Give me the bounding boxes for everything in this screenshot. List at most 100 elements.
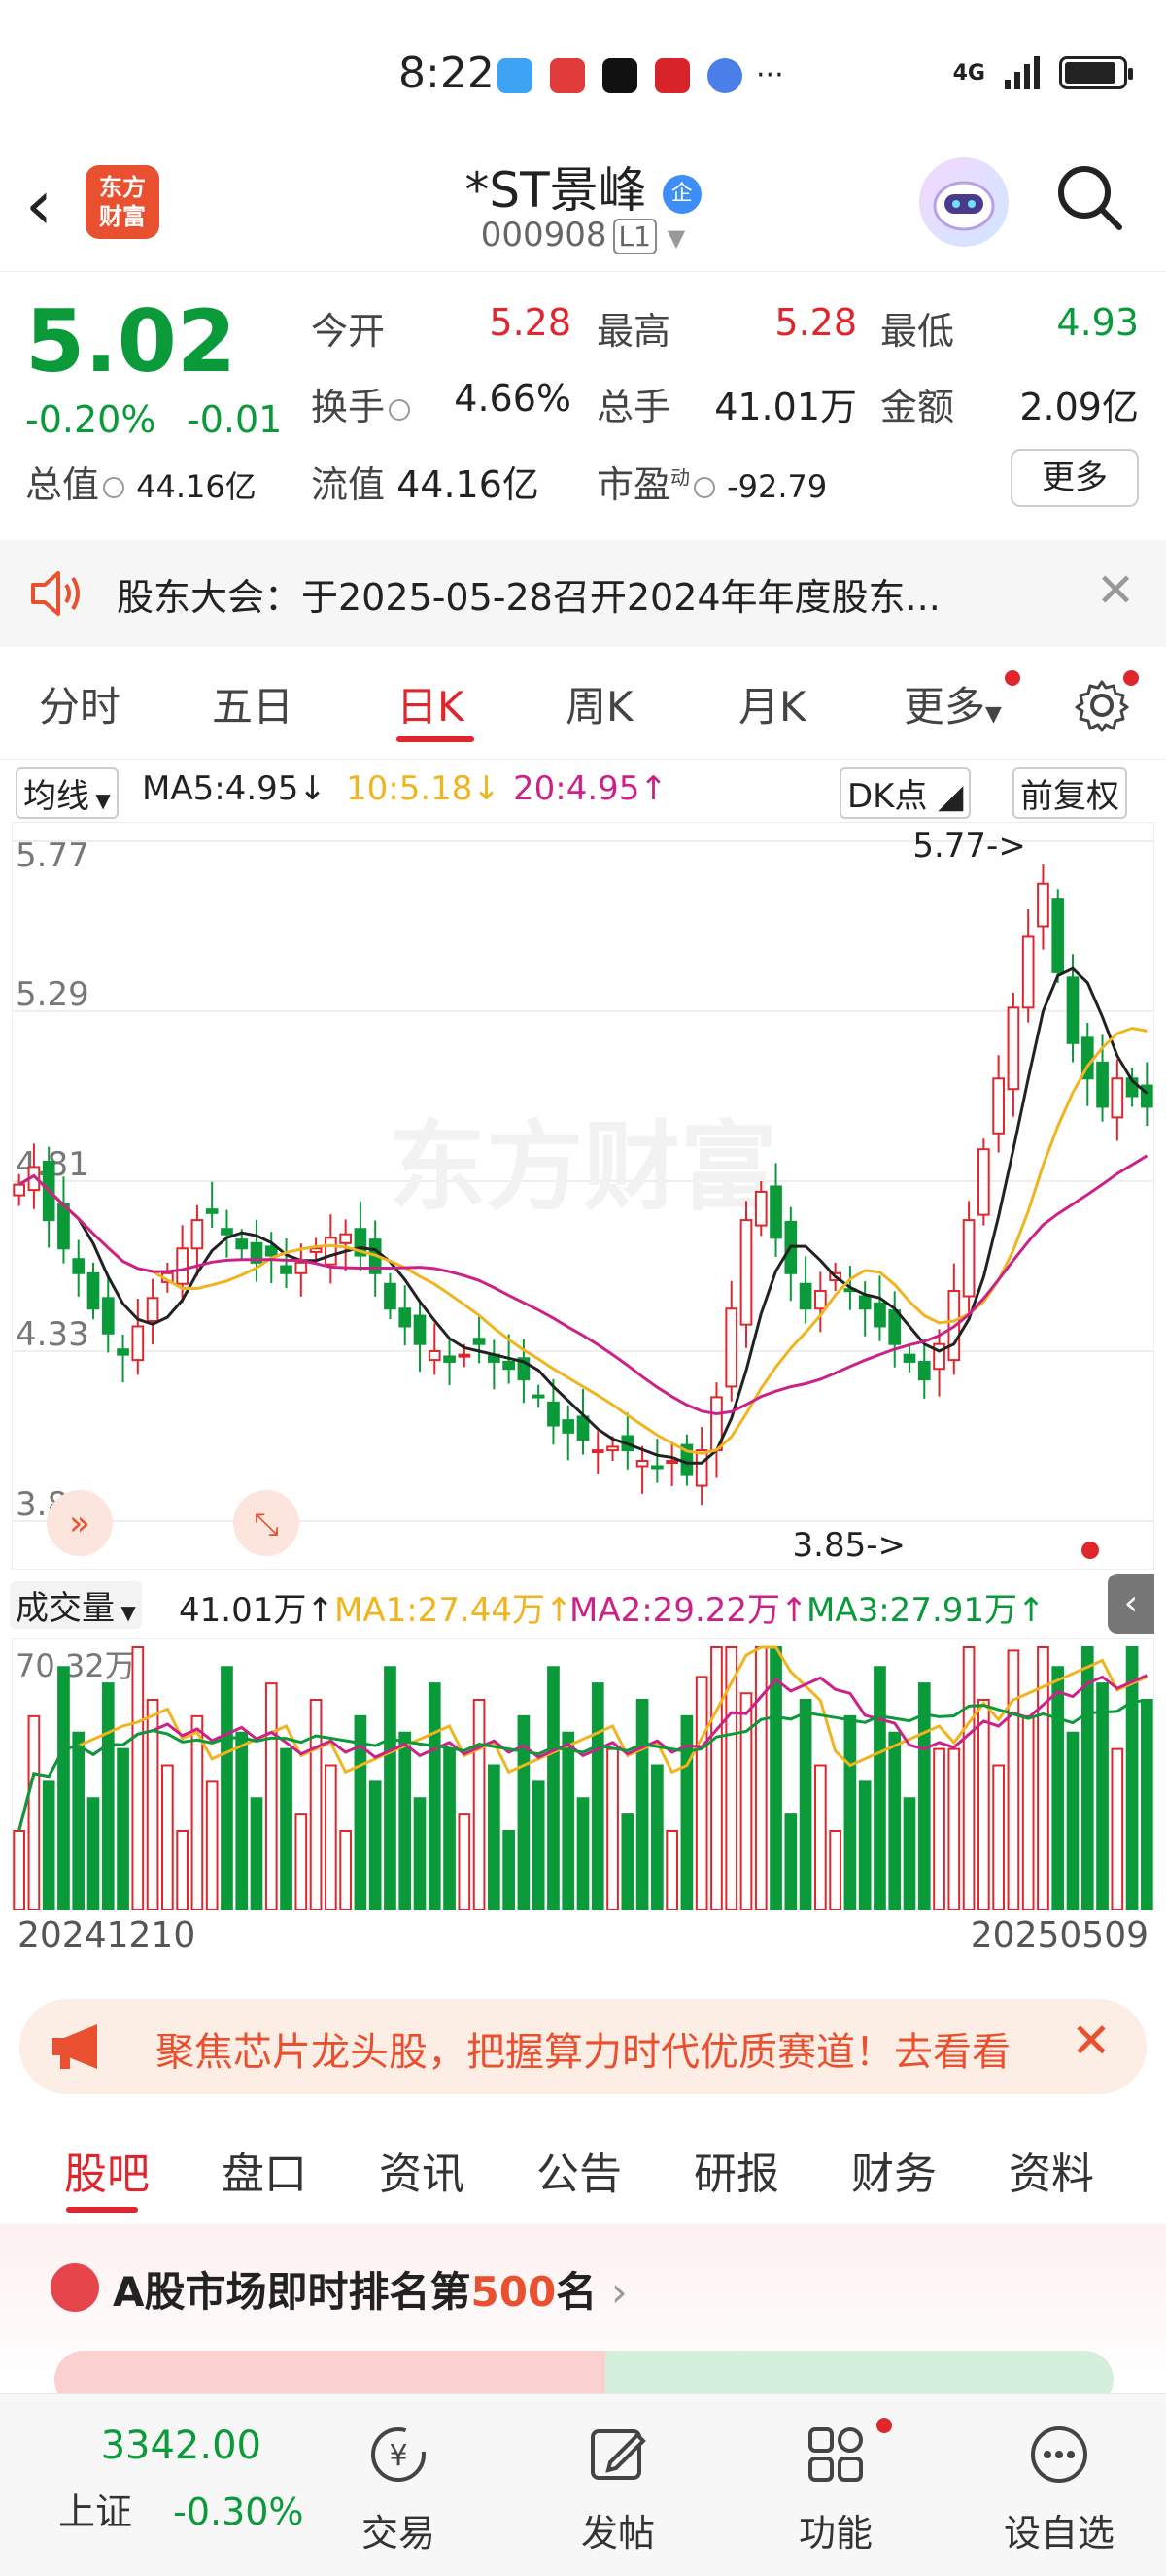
tab-pankou[interactable]: 盘口	[222, 2139, 307, 2201]
index-name: 上证	[58, 2491, 133, 2533]
tab-monthly-k[interactable]: 月K	[738, 674, 806, 733]
candle-body	[72, 1258, 86, 1274]
tab-research[interactable]: 研报	[694, 2139, 779, 2201]
price-tick-label: 5.29	[16, 975, 89, 1014]
collapse-panel-icon[interactable]: ‹	[1108, 1574, 1154, 1634]
volume-bar	[101, 1682, 115, 1910]
market-cap: 总值 44.16亿	[25, 455, 257, 508]
candle-body	[635, 1460, 649, 1468]
high-value: 5.28	[774, 301, 857, 344]
volume-bar	[250, 1797, 263, 1910]
candle-body	[666, 1460, 678, 1465]
active-tab-underline	[66, 2207, 138, 2213]
message-icon	[497, 58, 532, 93]
volume-bar	[635, 1699, 649, 1910]
rank-number: 500	[470, 2268, 557, 2316]
volume-bar	[488, 1764, 500, 1910]
notice-bar[interactable]: 股东大会：于2025-05-28召开2024年年度股东... ✕	[0, 540, 1166, 647]
nav-function[interactable]: 功能	[738, 2418, 933, 2557]
enterprise-badge: 企	[662, 174, 702, 214]
volume-select[interactable]: 成交量 ▼	[10, 1581, 142, 1629]
volume-bar	[695, 1676, 708, 1910]
dk-point-select[interactable]: DK点 ◢	[840, 767, 972, 819]
candle-body	[1051, 898, 1065, 973]
volume-bar	[710, 1646, 723, 1910]
volume-bar	[502, 1830, 515, 1910]
candle-body	[770, 1185, 782, 1239]
info-icon[interactable]	[694, 476, 716, 498]
volume-bar	[962, 1646, 976, 1910]
assistant-robot-icon[interactable]	[919, 157, 1009, 247]
volume-bar	[221, 1666, 233, 1910]
signal-label: 4G	[952, 60, 985, 85]
low-value: 4.93	[1056, 301, 1139, 344]
amount-value: 2.09亿	[1019, 386, 1139, 428]
tab-news[interactable]: 资讯	[379, 2139, 464, 2201]
tab-intraday[interactable]: 分时	[39, 674, 120, 733]
volume-bar	[992, 1764, 1005, 1910]
volume-bar	[933, 1747, 945, 1910]
tab-more[interactable]: 更多▼	[904, 674, 1002, 733]
volume-bar	[858, 1780, 872, 1910]
nav-trade[interactable]: ¥ 交易	[301, 2423, 496, 2557]
candle-body	[57, 1203, 70, 1250]
volume-bar	[413, 1797, 427, 1910]
volume-bar	[843, 1714, 857, 1910]
volume-bar	[1141, 1699, 1153, 1910]
tab-five-day[interactable]: 五日	[212, 674, 293, 733]
candle-body	[309, 1247, 323, 1253]
pe-dynamic-mark: 动	[670, 465, 691, 490]
candlestick-chart[interactable]: 5.775.294.814.333.85东方财富5.77->3.85->»⤡	[12, 822, 1154, 1570]
settings-gear-icon[interactable]	[1073, 676, 1131, 734]
info-icon[interactable]	[103, 476, 125, 498]
volume-bar	[977, 1699, 990, 1910]
market-rank-card[interactable]: A股市场即时排名第500名 ›	[0, 2224, 1166, 2409]
adjust-select[interactable]: 前复权	[1012, 767, 1127, 819]
candle-body	[977, 1148, 990, 1216]
nav-add-watchlist[interactable]: 设自选	[962, 2423, 1156, 2557]
vol-ma1: MA1:27.44万↑	[334, 1591, 573, 1630]
ma-type-label: 均线	[23, 777, 89, 816]
ma-type-select[interactable]: 均线 ▼	[16, 767, 119, 819]
volume-bar	[117, 1747, 129, 1910]
volume-bar	[205, 1780, 219, 1910]
tab-finance[interactable]: 财务	[851, 2139, 937, 2201]
candle-body	[651, 1465, 664, 1470]
volume-bar	[1066, 1731, 1080, 1910]
search-icon[interactable]	[1055, 163, 1123, 231]
info-icon[interactable]	[389, 398, 411, 421]
tab-weekly-k[interactable]: 周K	[566, 674, 634, 733]
candle-body	[146, 1297, 159, 1323]
high-label: 最高	[597, 310, 671, 353]
volume-now-text: 41.01万	[179, 1591, 307, 1630]
candle-body	[176, 1247, 189, 1285]
price-tick-label: 4.33	[16, 1315, 89, 1354]
tab-guba[interactable]: 股吧	[64, 2139, 150, 2201]
svg-text:¥: ¥	[389, 2439, 407, 2473]
close-icon[interactable]: ✕	[1096, 563, 1135, 618]
tab-profile[interactable]: 资料	[1009, 2139, 1094, 2201]
candle-body	[101, 1297, 115, 1335]
candle-body	[1021, 935, 1035, 1009]
nav-post[interactable]: 发帖	[521, 2423, 715, 2557]
candle-body	[428, 1350, 441, 1362]
volume-bar	[947, 1747, 961, 1910]
candle-body	[532, 1394, 545, 1399]
volume-bar	[72, 1731, 86, 1910]
tab-announcement[interactable]: 公告	[536, 2139, 622, 2201]
open-label: 今开	[311, 310, 386, 353]
caret-down-icon: ▼	[985, 702, 1002, 727]
volume-select-label: 成交量	[16, 1589, 115, 1628]
promo-banner[interactable]: 聚焦芯片龙头股，把握算力时代优质赛道！去看看 ✕	[19, 1999, 1147, 2094]
candle-body	[962, 1219, 976, 1298]
candle-body	[384, 1282, 396, 1310]
close-icon[interactable]: ✕	[1071, 2013, 1112, 2069]
tab-daily-k[interactable]: 日K	[396, 674, 464, 733]
volume-bar	[325, 1764, 337, 1910]
volume-bar	[829, 1830, 841, 1910]
turnover-label-text: 换手	[311, 386, 386, 428]
index-widget[interactable]: 3342.00 上证 -0.30%	[58, 2423, 304, 2535]
volume-bar	[874, 1666, 886, 1910]
volume-chart[interactable]: 70.32万	[12, 1638, 1154, 1910]
more-button[interactable]: 更多	[1011, 449, 1139, 507]
